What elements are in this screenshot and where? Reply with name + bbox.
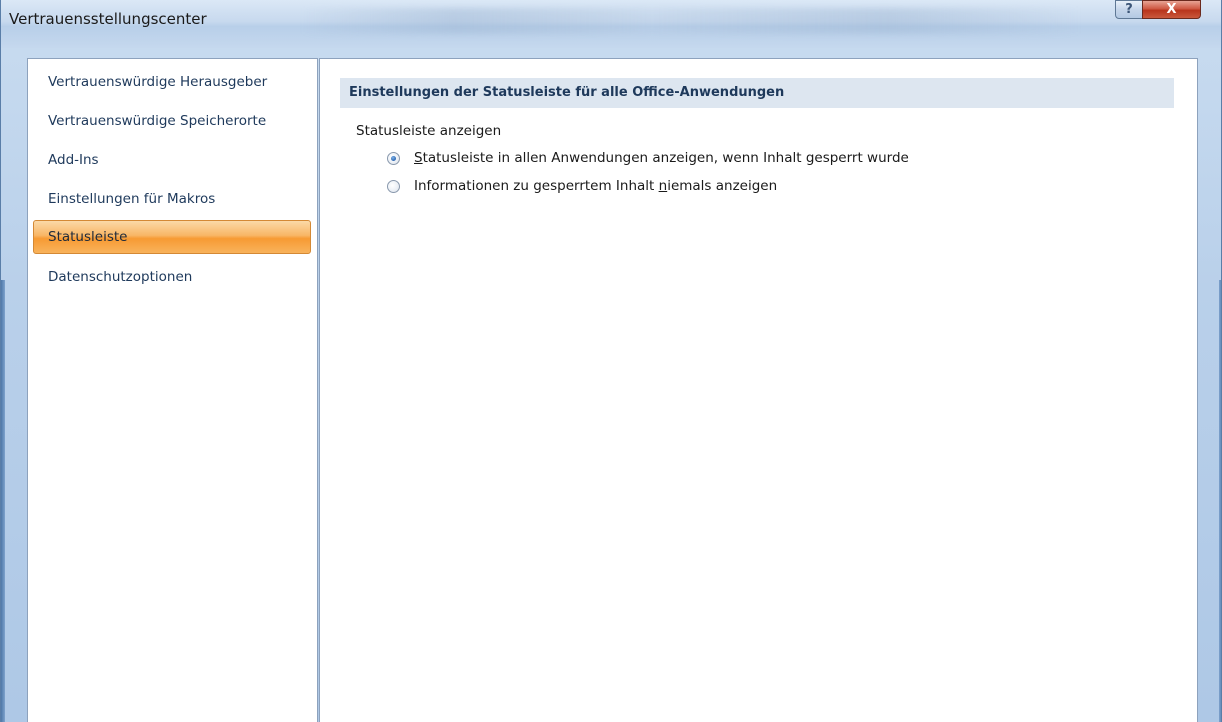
sidebar-item-trusted-locations[interactable]: Vertrauenswürdige Speicherorte: [33, 104, 311, 138]
window-title: Vertrauensstellungscenter: [9, 10, 207, 28]
radio-label[interactable]: Informationen zu gesperrtem Inhalt niema…: [414, 178, 777, 194]
close-icon: X: [1166, 2, 1177, 17]
sidebar-item-privacy-options[interactable]: Datenschutzoptionen: [33, 260, 311, 294]
close-button[interactable]: X: [1142, 0, 1201, 19]
window-frame-left: [1, 280, 5, 722]
sidebar-item-label: Vertrauenswürdige Speicherorte: [48, 113, 267, 129]
sidebar-item-label: Vertrauenswürdige Herausgeber: [48, 74, 268, 90]
section-header: Einstellungen der Statusleiste für alle …: [340, 78, 1174, 108]
sidebar-item-add-ins[interactable]: Add-Ins: [33, 143, 311, 177]
trust-center-window: Vertrauensstellungscenter ? X Vertrauens…: [0, 0, 1222, 722]
sidebar-item-label: Statusleiste: [48, 229, 128, 245]
help-button[interactable]: ?: [1115, 0, 1143, 19]
radio-label-text: tatusleiste in allen Anwendungen anzeige…: [422, 150, 909, 166]
title-bar-glass: [301, 8, 1081, 34]
radio-option-never-show[interactable]: Informationen zu gesperrtem Inhalt niema…: [387, 176, 777, 196]
sidebar-item-label: Einstellungen für Makros: [48, 191, 216, 207]
sidebar-item-label: Datenschutzoptionen: [48, 269, 193, 285]
title-bar[interactable]: Vertrauensstellungscenter ? X: [1, 0, 1221, 48]
group-label: Statusleiste anzeigen: [356, 123, 502, 139]
sidebar-item-macro-settings[interactable]: Einstellungen für Makros: [33, 182, 311, 216]
radio-option-show-statusbar[interactable]: Statusleiste in allen Anwendungen anzeig…: [387, 148, 909, 168]
access-key: S: [414, 150, 423, 166]
help-icon: ?: [1125, 2, 1133, 17]
access-key: n: [658, 178, 668, 194]
sidebar-item-trusted-publishers[interactable]: Vertrauenswürdige Herausgeber: [33, 65, 311, 99]
radio-label-text: iemals anzeigen: [667, 178, 778, 194]
radio-label-prefix: Informationen zu gesperrtem Inhalt: [414, 178, 659, 194]
radio-unchecked-icon[interactable]: [387, 179, 400, 193]
settings-panel: Einstellungen der Statusleiste für alle …: [319, 58, 1198, 722]
radio-checked-icon[interactable]: [387, 151, 400, 165]
sidebar-item-statusbar[interactable]: Statusleiste: [33, 220, 311, 254]
sidebar-item-label: Add-Ins: [48, 152, 99, 168]
radio-label[interactable]: Statusleiste in allen Anwendungen anzeig…: [414, 150, 909, 166]
category-sidebar: Vertrauenswürdige Herausgeber Vertrauens…: [27, 58, 318, 722]
